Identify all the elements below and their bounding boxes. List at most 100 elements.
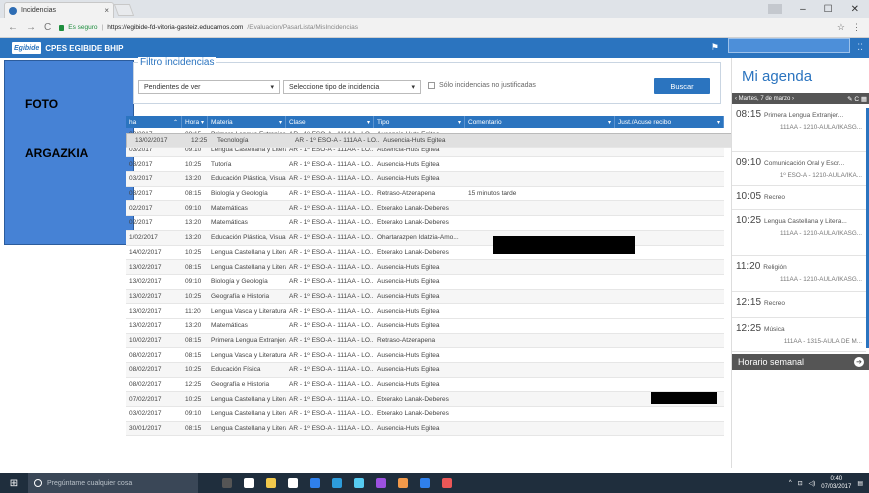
windows-start-icon[interactable]: ⊞ xyxy=(0,478,28,489)
maximize-icon[interactable]: ☐ xyxy=(824,4,833,15)
url-path: /Evaluacion/PasarLista/MisIncidencias xyxy=(247,24,358,31)
minimize-icon[interactable]: – xyxy=(800,4,806,15)
table-row[interactable]: 30/01/2017 08:15 Lengua Castellana y Liter… xyxy=(126,421,724,437)
table-row[interactable]: 07/02/2017 10:25 Lengua Castellana y Liter… xyxy=(126,392,724,408)
header-flag-icon[interactable]: ⚑ xyxy=(711,42,719,53)
agenda-date[interactable]: ‹ Martes, 7 de marzo › xyxy=(735,96,794,102)
close-window-icon[interactable]: ✕ xyxy=(851,4,859,15)
table-cell: 11:20 xyxy=(185,307,201,315)
table-cell: 13/02/2017 xyxy=(129,278,162,286)
col-justified[interactable]: Just./Acuse recibo ▾ xyxy=(615,116,724,128)
mic-icon[interactable] xyxy=(222,478,232,488)
task-view-icon[interactable] xyxy=(244,478,254,488)
close-tab-icon[interactable]: × xyxy=(104,6,109,15)
forward-icon[interactable]: → xyxy=(26,22,36,33)
table-cell: Lengua Castellana y Litera... xyxy=(211,248,286,256)
unjustified-checkbox[interactable]: Sólo incidencias no justificadas xyxy=(428,82,536,89)
table-row[interactable]: 08/02/2017 08:15 Lengua Vasca y Literatura… xyxy=(126,348,724,363)
table-row[interactable]: 13/02/2017 13:20 Matemáticas AR - 1º ESO-A … xyxy=(126,319,724,334)
file-explorer-icon[interactable] xyxy=(266,478,276,488)
table-cell: 10:25 xyxy=(185,366,202,374)
col-date[interactable]: ha ⌃ xyxy=(126,116,182,128)
app-icon[interactable] xyxy=(398,478,408,488)
col-comment[interactable]: Comentario ▾ xyxy=(465,116,615,128)
reload-icon[interactable]: C xyxy=(44,22,51,33)
table-row[interactable]: 08/02/2017 10:25 Educación Física AR - 1º E… xyxy=(126,363,724,378)
taskbar-search[interactable]: Pregúntame cualquier cosa xyxy=(28,473,198,493)
table-cell: 13:20 xyxy=(185,234,202,242)
network-icon[interactable]: ⊡ xyxy=(798,480,803,487)
agenda-date-bar[interactable]: ‹ Martes, 7 de marzo › ✎ C ▦ xyxy=(732,93,869,104)
browser-menu-icon[interactable]: ⋮ xyxy=(852,22,861,33)
arrow-right-icon[interactable]: ➔ xyxy=(854,357,864,367)
checkbox-box[interactable] xyxy=(428,82,435,89)
app-icon[interactable] xyxy=(376,478,386,488)
edge-icon[interactable] xyxy=(310,478,320,488)
bookmark-star-icon[interactable]: ☆ xyxy=(837,22,845,33)
table-cell: 08/02/2017 xyxy=(129,381,162,389)
table-row[interactable]: 08/02/2017 12:25 Geografía e Historia AR - … xyxy=(126,378,724,393)
redacted-block xyxy=(493,236,635,254)
table-cell: 08:15 xyxy=(185,425,202,433)
table-cell xyxy=(465,392,615,406)
chrome-icon[interactable] xyxy=(442,478,452,488)
user-profile-icon[interactable] xyxy=(768,4,783,14)
word-icon[interactable] xyxy=(420,478,430,488)
col-subject[interactable]: Materia ▾ xyxy=(208,116,286,128)
table-row[interactable]: 02/2017 13:20 Matemáticas AR - 1º ESO-A - 1… xyxy=(126,216,724,231)
col-type[interactable]: Tipo ▾ xyxy=(374,116,465,128)
tray-arrow-icon[interactable]: ^ xyxy=(789,480,792,486)
url-input[interactable]: Es seguro | https://egibide-fd-vitoria-g… xyxy=(59,21,869,35)
table-cell: 13:20 xyxy=(185,322,202,330)
store-icon[interactable] xyxy=(288,478,298,488)
table-cell xyxy=(465,290,615,304)
table-row[interactable]: 13/02/2017 10:25 Geografía e Historia AR - … xyxy=(126,289,724,305)
table-row[interactable]: 03/2017 10:25 Tutoría AR - 1º ESO-A - 111AA… xyxy=(126,157,724,173)
status-select[interactable]: Pendientes de ver ▾ xyxy=(138,80,280,94)
table-row[interactable]: 10/02/2017 08:15 Primera Lengua Extranjera… xyxy=(126,333,724,349)
agenda-slot[interactable]: 12:15 Recreo xyxy=(732,294,866,318)
back-icon[interactable]: ← xyxy=(8,22,18,33)
table-cell: 08/02/2017 xyxy=(129,351,162,359)
weekly-schedule-bar[interactable]: Horario semanal ➔ xyxy=(732,354,869,370)
table-cell: Biología y Geología xyxy=(211,190,268,198)
table-cell: Geografía e Historia xyxy=(211,292,270,300)
slot-time: 08:15 xyxy=(736,109,762,120)
table-row[interactable]: 03/02/2017 09:10 Lengua Castellana y Liter… xyxy=(126,407,724,422)
table-cell xyxy=(615,187,724,201)
clock[interactable]: 0:40 07/03/2017 xyxy=(821,475,851,491)
agenda-slot[interactable]: 11:20 Religión 111AA - 1210-AULA/IKASG... xyxy=(732,258,866,292)
table-cell: 03/2017 xyxy=(129,175,153,183)
agenda-slot[interactable]: 10:25 Lengua Castellana y Litera... 111AA … xyxy=(732,212,866,256)
app-name[interactable]: CPES EGIBIDE BHIP xyxy=(45,44,123,53)
mail-icon[interactable] xyxy=(332,478,342,488)
table-row[interactable]: 13/02/2017 12:25 Tecnología AR - 1º ESO-A -… xyxy=(126,133,736,148)
table-row[interactable]: 13/02/2017 11:20 Lengua Vasca y Literatura… xyxy=(126,304,724,319)
people-icon[interactable] xyxy=(354,478,364,488)
chevron-down-icon: ▾ xyxy=(270,84,274,91)
agenda-slot[interactable]: 10:05 Recreo xyxy=(732,188,866,210)
table-row[interactable]: 03/2017 08:15 Biología y Geología AR - 1º E… xyxy=(126,187,724,202)
agenda-slot[interactable]: 12:25 Música 111AA - 1315-AULA DE M... xyxy=(732,320,866,352)
table-cell: 02/2017 xyxy=(129,219,153,227)
table-cell: 13/02/2017 xyxy=(129,263,162,271)
agenda-tools-icon[interactable]: ✎ C ▦ xyxy=(847,95,867,103)
notifications-icon[interactable]: ▤ xyxy=(857,480,863,487)
table-cell: 08:15 xyxy=(185,263,202,271)
col-class[interactable]: Clase ▾ xyxy=(286,116,374,128)
agenda-slot[interactable]: 08:15 Primera Lengua Extranjer... 111AA - … xyxy=(732,106,866,152)
table-row[interactable]: 13/02/2017 09:10 Biología y Geología AR - 1… xyxy=(126,275,724,290)
volume-icon[interactable]: ◁) xyxy=(809,480,816,487)
type-select[interactable]: Seleccione tipo de incidencia ▾ xyxy=(283,80,421,94)
table-row[interactable]: 03/2017 13:20 Educación Plástica, Visual .… xyxy=(126,172,724,187)
agenda-slot[interactable]: 09:10 Comunicación Oral y Escr... 1º ESO-A… xyxy=(732,154,866,186)
egibide-logo[interactable]: Egibide xyxy=(12,42,42,54)
search-button[interactable]: Buscar xyxy=(654,78,710,94)
apps-grid-icon[interactable]: ⁚⁚ xyxy=(857,42,863,53)
table-row[interactable]: 02/2017 09:10 Matemáticas AR - 1º ESO-A - 1… xyxy=(126,201,724,217)
new-tab-button[interactable] xyxy=(113,4,135,16)
table-row[interactable]: 13/02/2017 08:15 Lengua Castellana y Liter… xyxy=(126,260,724,275)
user-name-box[interactable] xyxy=(728,38,850,53)
col-time[interactable]: Hora ▾ xyxy=(182,116,208,128)
browser-tab[interactable]: Incidencias × xyxy=(4,2,114,18)
